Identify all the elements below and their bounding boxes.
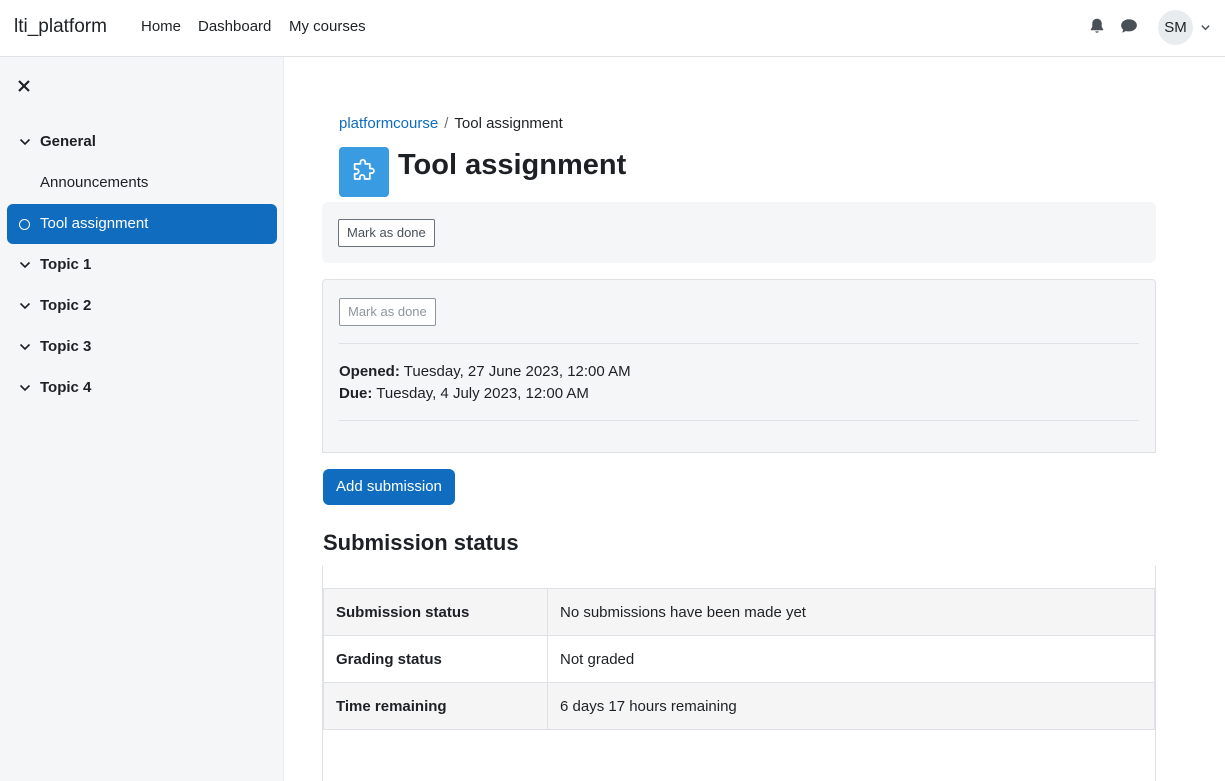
breadcrumb-current: Tool assignment [454,115,563,132]
table-cell-key: Submission status [323,588,548,636]
course-index-drawer: General Announcements Tool assignment To… [0,57,284,781]
table-cell-key: Grading status [323,635,548,683]
divider [339,343,1139,344]
bell-icon[interactable] [1088,17,1106,35]
opened-date: Opened: Tuesday, 27 June 2023, 12:00 AM [339,363,631,380]
breadcrumb: platformcourse / Tool assignment [339,115,563,132]
puzzle-icon [353,158,375,180]
activity-dates-panel: Mark as done Opened: Tuesday, 27 June 20… [322,279,1156,453]
activity-icon [339,147,389,197]
drawer-item-label: Announcements [40,174,149,191]
drawer-section-topic-4[interactable]: Topic 4 [7,368,277,408]
user-avatar[interactable]: SM [1158,10,1193,45]
mark-as-done-button-disabled[interactable]: Mark as done [339,298,436,326]
opened-value: Tuesday, 27 June 2023, 12:00 AM [399,363,631,380]
opened-label: Opened: [339,363,400,380]
table-cell-value: Not graded [547,635,1155,683]
drawer-item-label: Tool assignment [40,215,149,232]
chevron-down-icon[interactable] [19,260,31,270]
table-row: Submission status No submissions have be… [323,588,1155,636]
drawer-item-label: Topic 3 [40,338,92,355]
activity-completion-header: Mark as done [322,202,1156,263]
due-date: Due: Tuesday, 4 July 2023, 12:00 AM [339,385,589,402]
mark-as-done-button[interactable]: Mark as done [338,219,435,247]
chevron-down-icon[interactable] [1200,22,1211,33]
site-brand[interactable]: lti_platform [14,16,107,38]
submission-status-table: Submission status No submissions have be… [323,588,1155,730]
completion-circle-icon [19,219,30,230]
due-label: Due: [339,385,373,402]
breadcrumb-course-link[interactable]: platformcourse [339,115,438,132]
chevron-down-icon[interactable] [19,342,31,352]
drawer-item-label: Topic 4 [40,379,92,396]
table-row: Grading status Not graded [323,635,1155,683]
nav-home[interactable]: Home [141,18,181,35]
drawer-section-topic-1[interactable]: Topic 1 [7,245,277,285]
nav-my-courses[interactable]: My courses [289,18,366,35]
divider [339,420,1139,421]
top-navbar: lti_platform Home Dashboard My courses S… [0,0,1225,57]
table-cell-value: No submissions have been made yet [547,588,1155,636]
drawer-item-label: Topic 2 [40,297,92,314]
table-cell-key: Time remaining [323,682,548,730]
drawer-section-topic-3[interactable]: Topic 3 [7,327,277,367]
table-row: Time remaining 6 days 17 hours remaining [323,682,1155,730]
drawer-item-tool-assignment[interactable]: Tool assignment [7,204,277,244]
chat-icon[interactable] [1120,17,1138,35]
add-submission-button[interactable]: Add submission [323,469,455,505]
drawer-item-label: Topic 1 [40,256,92,273]
submission-status-heading: Submission status [323,530,519,555]
due-value: Tuesday, 4 July 2023, 12:00 AM [372,385,589,402]
nav-dashboard[interactable]: Dashboard [198,18,271,35]
drawer-section-topic-2[interactable]: Topic 2 [7,286,277,326]
drawer-item-label: General [40,133,96,150]
page-title: Tool assignment [398,149,627,181]
close-icon[interactable] [16,78,32,94]
drawer-section-general[interactable]: General [7,122,277,162]
chevron-down-icon[interactable] [19,301,31,311]
chevron-down-icon[interactable] [19,137,31,147]
drawer-item-announcements[interactable]: Announcements [7,163,277,203]
chevron-down-icon[interactable] [19,383,31,393]
breadcrumb-separator: / [444,115,449,132]
table-cell-value: 6 days 17 hours remaining [547,682,1155,730]
